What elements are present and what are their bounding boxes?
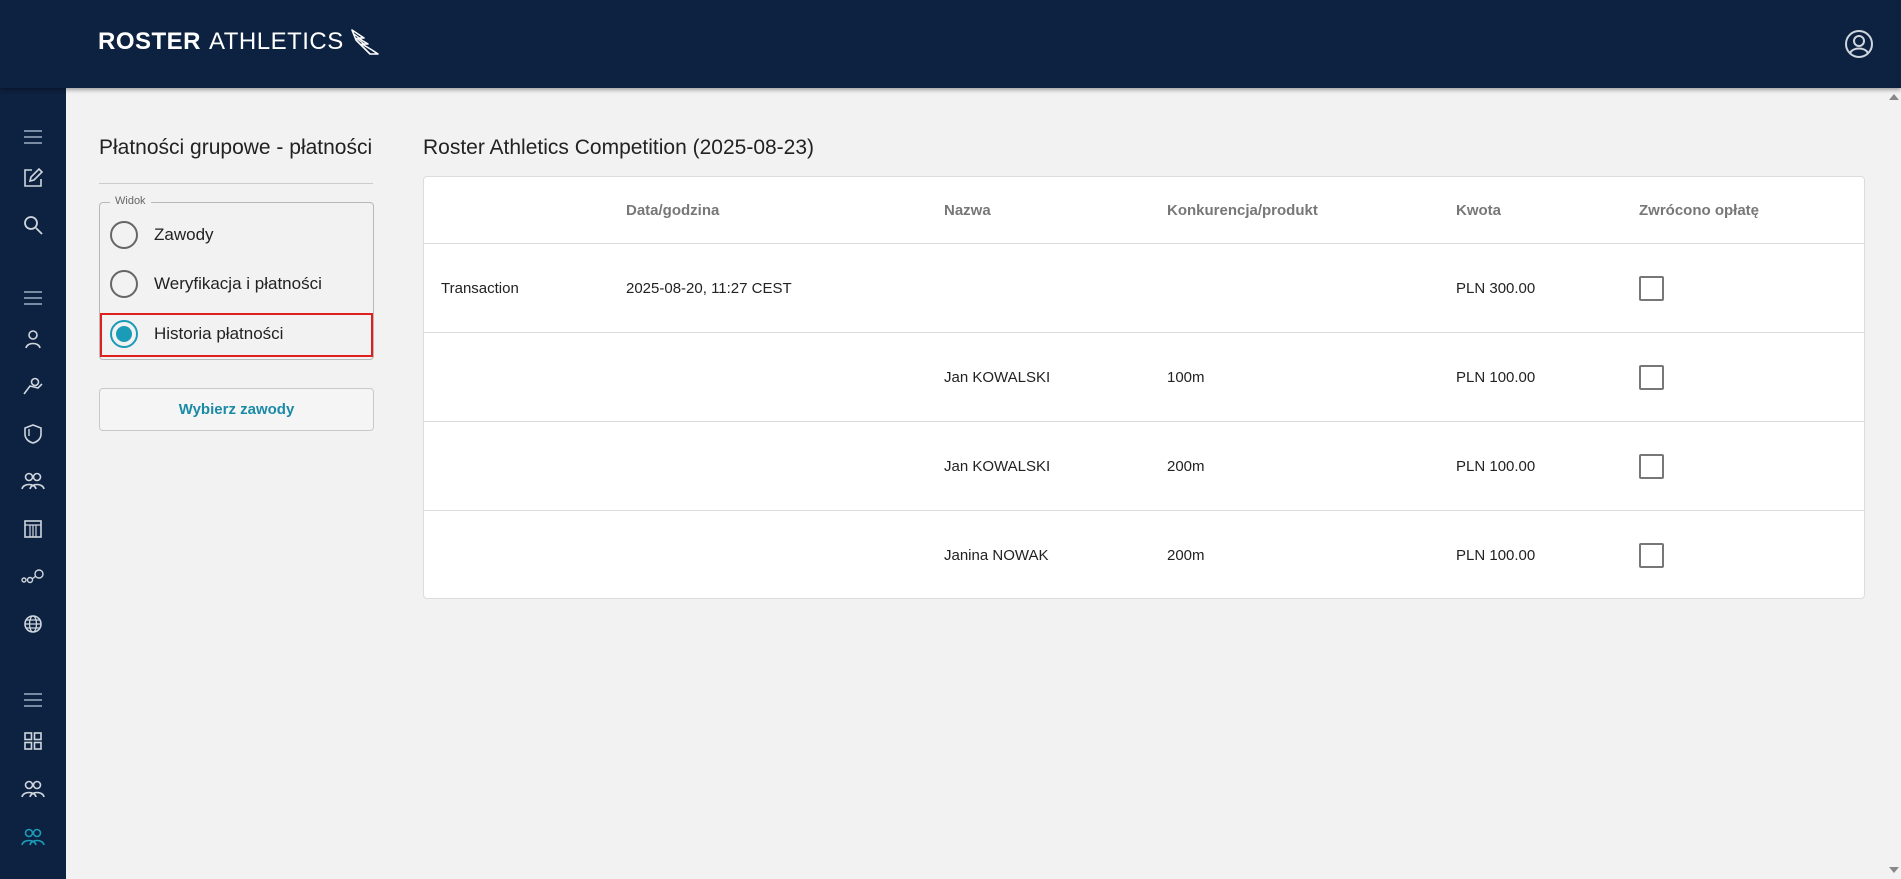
page-title: Płatności grupowe - płatności: [99, 136, 373, 159]
table-row: Jan KOWALSKI 100m PLN 100.00: [424, 333, 1864, 422]
refund-checkbox[interactable]: [1639, 543, 1664, 568]
search-icon[interactable]: [20, 212, 46, 238]
vertical-scrollbar[interactable]: [1887, 88, 1901, 879]
calendar-grid-icon[interactable]: [20, 516, 46, 542]
user-account-icon[interactable]: [1843, 28, 1875, 60]
selection-highlight: [100, 313, 373, 357]
refund-checkbox[interactable]: [1639, 275, 1664, 301]
menu-icon[interactable]: [20, 687, 46, 713]
radio-label: Weryfikacja i płatności: [154, 274, 322, 293]
relay-icon[interactable]: [20, 563, 46, 589]
row-name: Jan KOWALSKI: [944, 457, 1051, 475]
row-datetime: 2025-08-20, 11:27 CEST: [626, 279, 792, 297]
logo-light-text: ATHLETICS: [209, 28, 344, 55]
row-event: 200m: [1167, 547, 1205, 564]
winged-foot-icon: [350, 29, 379, 55]
logo-bold-text: ROSTER: [98, 28, 202, 55]
refund-checkbox-cell: [1639, 511, 1664, 600]
column-header-amount: Kwota: [1456, 201, 1501, 219]
menu-icon[interactable]: [20, 285, 46, 311]
menu-icon[interactable]: [20, 124, 46, 150]
divider: [99, 183, 373, 184]
scroll-up-arrow-icon[interactable]: [1889, 94, 1899, 100]
app-logo[interactable]: ROSTER ATHLETICS: [98, 28, 380, 56]
column-header-event: Konkurencja/produkt: [1167, 201, 1318, 219]
refund-checkbox-cell: [1639, 244, 1664, 332]
row-amount: PLN 100.00: [1456, 547, 1536, 564]
people-icon[interactable]: [20, 468, 46, 494]
row-event: 200m: [1167, 457, 1205, 475]
view-selector-group: Widok Zawody Weryfikacja i płatności His…: [99, 195, 374, 360]
table-row: Jan KOWALSKI 200m PLN 100.00: [424, 422, 1864, 511]
row-amount: PLN 100.00: [1456, 457, 1536, 475]
person-icon[interactable]: [20, 326, 46, 352]
payments-table: Data/godzina Nazwa Konkurencja/produkt K…: [423, 176, 1865, 599]
row-event: 100m: [1167, 368, 1205, 386]
radio-label: Zawody: [154, 225, 214, 244]
refund-checkbox-cell: [1639, 333, 1664, 421]
globe-icon[interactable]: [20, 611, 46, 637]
row-amount: PLN 100.00: [1456, 368, 1536, 386]
row-name: Janina NOWAK: [944, 547, 1049, 564]
shield-icon[interactable]: [20, 421, 46, 447]
row-amount: PLN 300.00: [1456, 279, 1536, 297]
competition-title: Roster Athletics Competition (2025-08-23…: [423, 136, 815, 159]
sidebar: [0, 88, 66, 879]
table-row: Janina NOWAK 200m PLN 100.00: [424, 511, 1864, 600]
select-competition-button[interactable]: Wybierz zawody: [99, 388, 374, 431]
row-name: Jan KOWALSKI: [944, 368, 1051, 386]
dashboard-grid-icon[interactable]: [20, 728, 46, 754]
column-header-refunded: Zwrócono opłatę: [1639, 201, 1759, 219]
refund-checkbox-cell: [1639, 422, 1664, 510]
radio-option-verification-payments[interactable]: Weryfikacja i płatności: [110, 268, 322, 300]
runner-icon[interactable]: [20, 373, 46, 399]
people-icon-active[interactable]: [20, 824, 46, 850]
people-icon[interactable]: [20, 776, 46, 802]
edit-icon[interactable]: [20, 165, 46, 191]
radio-button[interactable]: [110, 270, 138, 298]
view-legend: Widok: [110, 195, 151, 207]
radio-option-competitions[interactable]: Zawody: [110, 219, 214, 251]
top-navbar: ROSTER ATHLETICS: [0, 0, 1901, 88]
refund-checkbox[interactable]: [1639, 453, 1664, 479]
column-header-datetime: Data/godzina: [626, 201, 720, 219]
refund-checkbox[interactable]: [1639, 364, 1664, 390]
column-header-name: Nazwa: [944, 201, 991, 219]
table-row: Transaction 2025-08-20, 11:27 CEST PLN 3…: [424, 244, 1864, 333]
table-header: Data/godzina Nazwa Konkurencja/produkt K…: [424, 177, 1864, 244]
row-type: Transaction: [441, 279, 519, 297]
scroll-down-arrow-icon[interactable]: [1889, 867, 1899, 873]
radio-button[interactable]: [110, 221, 138, 249]
